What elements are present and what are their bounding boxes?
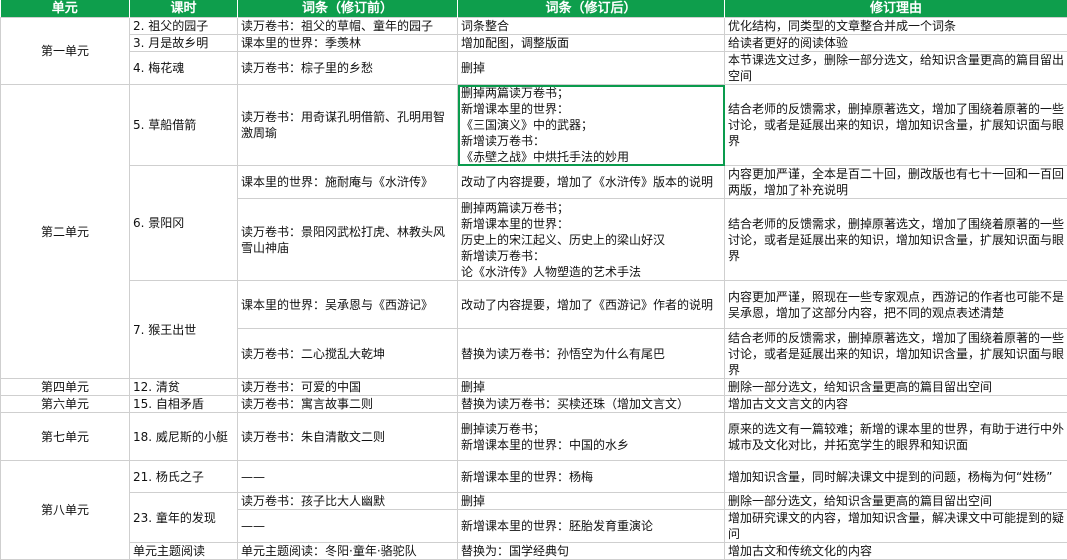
before-cell[interactable]: 读万卷书：用奇谋孔明借箭、孔明用智激周瑜 <box>238 85 458 166</box>
lesson-cell[interactable]: 2. 祖父的园子 <box>130 18 238 35</box>
reason-cell[interactable]: 增加古文和传统文化的内容 <box>725 543 1067 560</box>
col-header-reason[interactable]: 修订理由 <box>725 0 1067 18</box>
lesson-cell[interactable]: 15. 自相矛盾 <box>130 396 238 413</box>
lesson-cell[interactable]: 6. 景阳冈 <box>130 166 238 281</box>
header-row: 单元 课时 词条（修订前） 词条（修订后） 修订理由 <box>1 0 1067 18</box>
reason-cell[interactable]: 增加古文文言文的内容 <box>725 396 1067 413</box>
lesson-cell[interactable]: 12. 清贫 <box>130 379 238 396</box>
table-row: 单元主题阅读 单元主题阅读：冬阳·童年·骆驼队 替换为：国学经典句 增加古文和传… <box>1 543 1067 560</box>
table-row: 4. 梅花魂 读万卷书：棕子里的乡愁 删掉 本节课选文过多，删除一部分选文，给知… <box>1 52 1067 85</box>
lesson-cell[interactable]: 3. 月是故乡明 <box>130 35 238 52</box>
col-header-unit[interactable]: 单元 <box>1 0 130 18</box>
reason-cell[interactable]: 内容更加严谨，全本是百二十回，删改版也有七十一回和一百回两版，增加了补充说明 <box>725 166 1067 199</box>
table-row: 3. 月是故乡明 课本里的世界：季羡林 增加配图，调整版面 给读者更好的阅读体验 <box>1 35 1067 52</box>
after-cell[interactable]: 改动了内容提要，增加了《水浒传》版本的说明 <box>458 166 725 199</box>
before-cell[interactable]: 读万卷书：朱自清散文二则 <box>238 413 458 461</box>
table-row: 第四单元 12. 清贫 读万卷书：可爱的中国 删掉 删除一部分选文，给知识含量更… <box>1 379 1067 396</box>
after-cell[interactable]: 删掉 <box>458 493 725 510</box>
reason-cell[interactable]: 结合老师的反馈需求，删掉原著选文，增加了围绕着原著的一些讨论，或者是延展出来的知… <box>725 85 1067 166</box>
revision-table: 单元 课时 词条（修订前） 词条（修订后） 修订理由 第一单元 2. 祖父的园子… <box>0 0 1067 560</box>
before-cell[interactable]: 读万卷书：寓言故事二则 <box>238 396 458 413</box>
reason-cell[interactable]: 给读者更好的阅读体验 <box>725 35 1067 52</box>
unit-cell[interactable]: 第八单元 <box>1 461 130 560</box>
after-cell-selected[interactable]: 删掉两篇读万卷书； 新增课本里的世界： 《三国演义》中的武器； 新增读万卷书： … <box>458 85 725 166</box>
table-row: 6. 景阳冈 课本里的世界：施耐庵与《水浒传》 改动了内容提要，增加了《水浒传》… <box>1 166 1067 199</box>
table-row: 第二单元 5. 草船借箭 读万卷书：用奇谋孔明借箭、孔明用智激周瑜 删掉两篇读万… <box>1 85 1067 166</box>
reason-cell[interactable]: 删除一部分选文，给知识含量更高的篇目留出空间 <box>725 493 1067 510</box>
lesson-cell[interactable]: 5. 草船借箭 <box>130 85 238 166</box>
before-cell[interactable]: 课本里的世界：施耐庵与《水浒传》 <box>238 166 458 199</box>
before-cell[interactable]: 读万卷书：可爱的中国 <box>238 379 458 396</box>
reason-cell[interactable]: 增加知识含量，同时解决课文中提到的问题，杨梅为何“姓杨” <box>725 461 1067 493</box>
after-cell[interactable]: 替换为：国学经典句 <box>458 543 725 560</box>
reason-cell[interactable]: 本节课选文过多，删除一部分选文，给知识含量更高的篇目留出空间 <box>725 52 1067 85</box>
lesson-cell[interactable]: 21. 杨氏之子 <box>130 461 238 493</box>
lesson-cell[interactable]: 4. 梅花魂 <box>130 52 238 85</box>
before-cell[interactable]: 读万卷书：棕子里的乡愁 <box>238 52 458 85</box>
col-header-before[interactable]: 词条（修订前） <box>238 0 458 18</box>
table-row: 第七单元 18. 威尼斯的小艇 读万卷书：朱自清散文二则 删掉读万卷书； 新增课… <box>1 413 1067 461</box>
lesson-cell[interactable]: 7. 猴王出世 <box>130 281 238 379</box>
reason-cell[interactable]: 优化结构，同类型的文章整合并成一个词条 <box>725 18 1067 35</box>
before-cell[interactable]: 读万卷书：祖父的草帽、童年的园子 <box>238 18 458 35</box>
after-cell[interactable]: 删掉读万卷书； 新增课本里的世界：中国的水乡 <box>458 413 725 461</box>
lesson-cell[interactable]: 23. 童年的发现 <box>130 493 238 543</box>
col-header-lesson[interactable]: 课时 <box>130 0 238 18</box>
reason-cell[interactable]: 增加研究课文的内容，增加知识含量，解决课文中可能提到的疑问 <box>725 510 1067 543</box>
before-cell[interactable]: 读万卷书：景阳冈武松打虎、林教头风雪山神庙 <box>238 199 458 281</box>
after-cell[interactable]: 改动了内容提要，增加了《西游记》作者的说明 <box>458 281 725 329</box>
table-row: 23. 童年的发现 读万卷书：孩子比大人幽默 删掉 删除一部分选文，给知识含量更… <box>1 493 1067 510</box>
reason-cell[interactable]: 结合老师的反馈需求，删掉原著选文，增加了围绕着原著的一些讨论，或者是延展出来的知… <box>725 329 1067 379</box>
after-cell[interactable]: 替换为读万卷书：孙悟空为什么有尾巴 <box>458 329 725 379</box>
lesson-cell[interactable]: 18. 威尼斯的小艇 <box>130 413 238 461</box>
reason-cell[interactable]: 内容更加严谨，照现在一些专家观点，西游记的作者也可能不是吴承恩，增加了这部分内容… <box>725 281 1067 329</box>
reason-cell[interactable]: 原来的选文有一篇较难；新增的课本里的世界，有助于进行中外城市及文化对比，并拓宽学… <box>725 413 1067 461</box>
before-cell[interactable]: 课本里的世界：季羡林 <box>238 35 458 52</box>
reason-cell[interactable]: 删除一部分选文，给知识含量更高的篇目留出空间 <box>725 379 1067 396</box>
after-cell[interactable]: 替换为读万卷书：买椟还珠（增加文言文） <box>458 396 725 413</box>
table-row: 第一单元 2. 祖父的园子 读万卷书：祖父的草帽、童年的园子 词条整合 优化结构… <box>1 18 1067 35</box>
before-cell[interactable]: —— <box>238 461 458 493</box>
after-cell[interactable]: 新增课本里的世界：杨梅 <box>458 461 725 493</box>
table-row: 第八单元 21. 杨氏之子 —— 新增课本里的世界：杨梅 增加知识含量，同时解决… <box>1 461 1067 493</box>
before-cell[interactable]: —— <box>238 510 458 543</box>
col-header-after[interactable]: 词条（修订后） <box>458 0 725 18</box>
unit-cell[interactable]: 第一单元 <box>1 18 130 85</box>
after-cell[interactable]: 词条整合 <box>458 18 725 35</box>
before-cell[interactable]: 单元主题阅读：冬阳·童年·骆驼队 <box>238 543 458 560</box>
reason-cell[interactable]: 结合老师的反馈需求，删掉原著选文，增加了围绕着原著的一些讨论，或者是延展出来的知… <box>725 199 1067 281</box>
unit-cell[interactable]: 第六单元 <box>1 396 130 413</box>
after-cell[interactable]: 删掉 <box>458 52 725 85</box>
before-cell[interactable]: 读万卷书：二心搅乱大乾坤 <box>238 329 458 379</box>
unit-cell[interactable]: 第七单元 <box>1 413 130 461</box>
after-cell[interactable]: 增加配图，调整版面 <box>458 35 725 52</box>
before-cell[interactable]: 读万卷书：孩子比大人幽默 <box>238 493 458 510</box>
table-row: 7. 猴王出世 课本里的世界：吴承恩与《西游记》 改动了内容提要，增加了《西游记… <box>1 281 1067 329</box>
after-cell[interactable]: 删掉两篇读万卷书； 新增课本里的世界： 历史上的宋江起义、历史上的梁山好汉 新增… <box>458 199 725 281</box>
table-row: 第六单元 15. 自相矛盾 读万卷书：寓言故事二则 替换为读万卷书：买椟还珠（增… <box>1 396 1067 413</box>
after-cell[interactable]: 新增课本里的世界：胚胎发育重演论 <box>458 510 725 543</box>
unit-cell[interactable]: 第四单元 <box>1 379 130 396</box>
after-cell[interactable]: 删掉 <box>458 379 725 396</box>
unit-cell[interactable]: 第二单元 <box>1 85 130 379</box>
lesson-cell[interactable]: 单元主题阅读 <box>130 543 238 560</box>
before-cell[interactable]: 课本里的世界：吴承恩与《西游记》 <box>238 281 458 329</box>
